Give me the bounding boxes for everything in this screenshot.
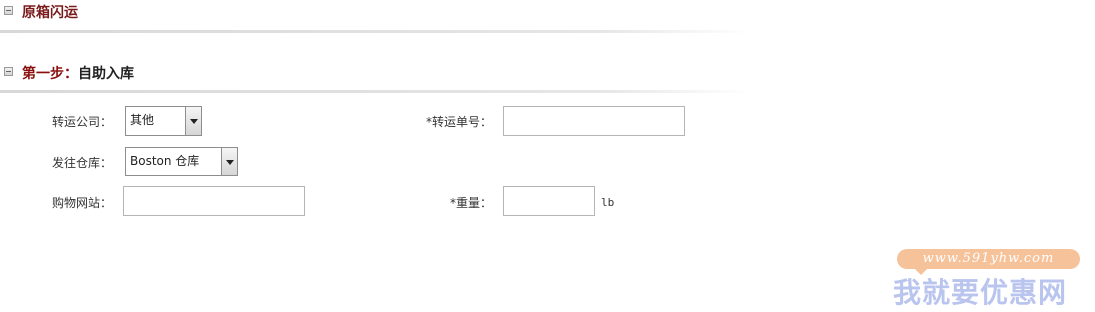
warehouse-select[interactable]: Boston 仓库 — [125, 147, 238, 176]
carrier-select[interactable]: 其他 — [125, 106, 202, 136]
watermark-logo-text: 我就要优惠网 — [893, 276, 1068, 309]
divider — [0, 30, 750, 33]
weight-unit: lb — [601, 196, 615, 209]
chevron-down-icon[interactable] — [221, 148, 237, 175]
step-label: 第一步： — [22, 66, 78, 82]
tracking-label: *转运单号： — [426, 115, 493, 129]
section-step1: 第一步：自助入库 — [0, 60, 750, 94]
collapse-icon[interactable] — [4, 67, 13, 76]
collapse-icon[interactable] — [4, 6, 13, 15]
section-title: 原箱闪运 — [22, 5, 78, 21]
shopping-site-input[interactable] — [123, 186, 305, 216]
weight-input[interactable] — [503, 186, 595, 216]
carrier-label: 转运公司： — [52, 115, 113, 129]
watermark-url: www.591yhw.com — [897, 249, 1080, 275]
warehouse-selected-value: Boston 仓库 — [130, 154, 200, 168]
carrier-selected-value: 其他 — [130, 113, 155, 127]
chevron-down-icon[interactable] — [185, 107, 201, 135]
divider — [0, 90, 750, 93]
warehouse-label: 发往仓库： — [52, 156, 113, 170]
tracking-number-input[interactable] — [503, 106, 685, 136]
weight-label: *重量： — [450, 196, 493, 210]
shop-site-label: 购物网站： — [52, 196, 113, 210]
section-title: 第一步：自助入库 — [22, 63, 134, 83]
section-origin-box: 原箱闪运 — [0, 0, 750, 34]
step-title: 自助入库 — [78, 66, 134, 82]
